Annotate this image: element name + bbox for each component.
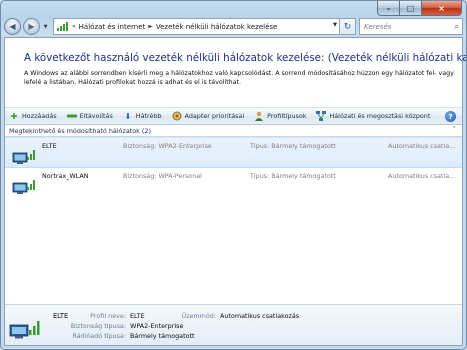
help-icon[interactable]: ?: [445, 111, 456, 122]
minimize-button[interactable]: –: [377, 1, 400, 16]
add-button[interactable]: ✚ Hozzáadás: [9, 111, 57, 121]
network-center-icon: [316, 111, 327, 121]
page-description: A Windows az alábbi sorrendben kísérli m…: [24, 70, 454, 87]
network-type: Típus: Bármely támogatott: [250, 172, 336, 180]
navigation-bar: ◀ ▶ ▼ « Hálózat és internet ► Vezeték né…: [4, 16, 463, 37]
remove-icon: [66, 111, 77, 121]
group-header-label: Megtekinthető és módosítható hálózatok (…: [9, 127, 151, 135]
window-caption-buttons: – □ ×: [377, 1, 462, 16]
details-network-name: ELTE: [53, 312, 69, 320]
main-content: A következőt használó vezeték nélküli há…: [4, 37, 466, 346]
mode-label: Üzemmód:: [181, 312, 216, 320]
recent-pages-dropdown-icon[interactable]: ▼: [41, 22, 50, 32]
network-mode: Automatikus csatla...: [388, 142, 456, 150]
add-icon: ✚: [10, 111, 18, 121]
command-bar: ✚ Hozzáadás Eltávolítás ⬇ Hátrébb Adapte…: [5, 107, 462, 125]
move-down-button[interactable]: ⬇ Hátrébb: [123, 111, 162, 121]
network-mode: Automatikus csatla...: [388, 172, 456, 180]
adapter-priorities-button[interactable]: Adapter prioritásai: [172, 111, 245, 121]
remove-button-label: Eltávolítás: [79, 112, 113, 120]
forward-button[interactable]: ▶: [23, 18, 40, 35]
security-type-value: WPA2-Enterprise: [130, 322, 184, 330]
control-panel-window: – □ × ◀ ▶ ▼ « Hálózat és internet ► Veze…: [0, 0, 467, 350]
collapse-chevron-icon[interactable]: ˆ: [453, 126, 457, 134]
radio-type-value: Bármely támogatott: [130, 332, 195, 340]
network-name: ELTE: [42, 142, 57, 150]
page-title: A következőt használó vezeték nélküli há…: [24, 52, 467, 64]
search-box[interactable]: Keresés ⌕: [359, 18, 463, 35]
network-row-elte[interactable]: ELTE Biztonság: WPA2-Enterprise Típus: B…: [5, 137, 462, 168]
profile-types-icon: [254, 111, 264, 121]
details-network-icon: [9, 313, 41, 341]
move-down-button-label: Hátrébb: [135, 112, 162, 120]
group-header[interactable]: Megtekinthető és módosítható hálózatok (…: [5, 126, 462, 137]
details-pane: ELTE Profil neve: ELTE Biztonság típusa:…: [5, 304, 462, 345]
back-button[interactable]: ◀: [4, 18, 21, 35]
radio-type-label: Rádióadó típusa:: [72, 332, 126, 340]
profile-name-value: ELTE: [130, 312, 145, 320]
network-security: Biztonság: WPA2-Enterprise: [123, 142, 212, 150]
breadcrumb-root-chevron[interactable]: «: [72, 23, 76, 30]
adapter-priorities-label: Adapter prioritásai: [184, 112, 245, 120]
wireless-network-icon: [12, 173, 37, 195]
mode-value: Automatikus csatlakozás: [220, 312, 300, 320]
network-sharing-center-button[interactable]: Hálózati és megosztási központ: [316, 111, 430, 121]
move-down-icon: ⬇: [124, 111, 132, 121]
maximize-button[interactable]: □: [400, 1, 422, 16]
network-bars-icon: [57, 21, 69, 32]
security-type-label: Biztonság típusa:: [70, 322, 126, 330]
close-button[interactable]: ×: [422, 1, 462, 16]
search-input[interactable]: Keresés: [364, 23, 391, 31]
profile-name-label: Profil neve:: [90, 312, 126, 320]
address-dropdown-icon[interactable]: ▼: [333, 22, 337, 28]
breadcrumb-network-internet[interactable]: Hálózat és internet: [79, 23, 146, 31]
network-sharing-center-label: Hálózati és megosztási központ: [329, 112, 431, 120]
network-security: Biztonság: WPA-Personal: [123, 172, 202, 180]
profile-types-button[interactable]: Profiltípusok: [254, 111, 306, 121]
wireless-network-icon: [12, 143, 37, 165]
network-name: Nortrax_WLAN: [42, 172, 89, 180]
refresh-icon: ↻: [343, 21, 352, 32]
adapter-icon: [172, 111, 182, 121]
search-icon[interactable]: ⌕: [455, 22, 459, 32]
breadcrumb-separator[interactable]: ►: [148, 23, 153, 30]
remove-button[interactable]: Eltávolítás: [66, 111, 113, 121]
profile-types-label: Profiltípusok: [267, 112, 307, 120]
network-type: Típus: Bármely támogatott: [250, 142, 336, 150]
address-bar[interactable]: « Hálózat és internet ► Vezeték nélküli …: [53, 18, 340, 35]
breadcrumb-manage-wireless[interactable]: Vezeték nélküli hálózatok kezelése: [156, 23, 277, 31]
add-button-label: Hozzáadás: [22, 112, 57, 120]
network-row-nortrax[interactable]: Nortrax_WLAN Biztonság: WPA-Personal Típ…: [5, 168, 462, 199]
refresh-button[interactable]: ↻: [340, 18, 356, 35]
